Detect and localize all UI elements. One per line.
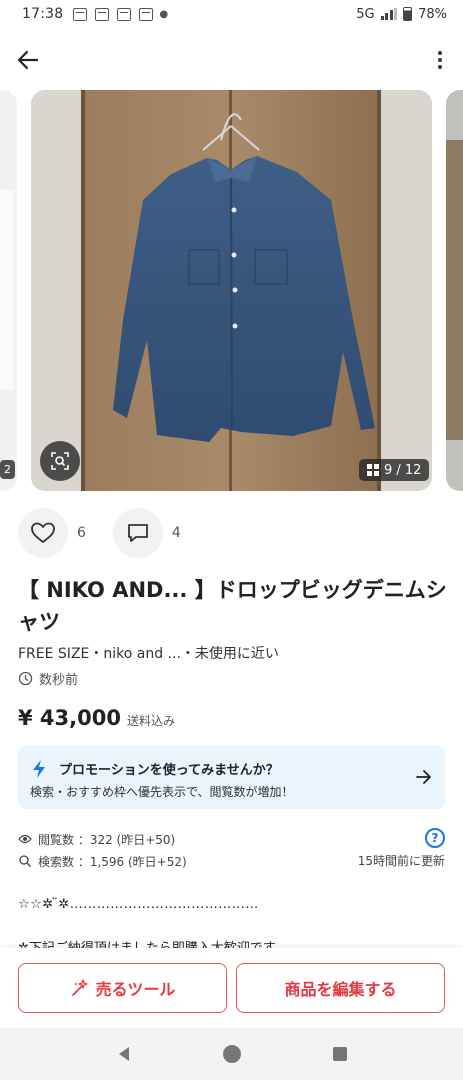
lightning-icon [33,760,45,778]
price-row: ¥ 43,000 送料込み [18,706,175,730]
promotion-description: 検索・おすすめ枠へ優先表示で、閲覧数が増加！ [30,785,294,799]
arrow-left-icon [17,50,39,70]
search-icon [19,855,31,867]
sell-tools-label: 売るツール [95,980,176,999]
back-button[interactable] [12,44,44,76]
next-image-content [446,140,463,440]
help-button[interactable]: ? [425,828,445,848]
promotion-title: プロモーションを使ってみませんか？ [59,763,279,778]
sell-tools-button[interactable]: 売るツール [18,963,227,1013]
more-dot-icon [438,58,442,62]
status-bar: 17:38 ● 5G 78% [0,0,463,28]
grid-icon [367,464,379,476]
nav-home-icon[interactable] [222,1044,242,1064]
more-dot-icon [438,65,442,69]
item-meta: FREE SIZE・niko and ...・未使用に近い [18,646,279,662]
bottom-action-bar: 売るツール 商品を編集する [0,948,463,1028]
updated-time: 15時間前に更新 [357,854,445,868]
more-dot-icon [438,51,442,55]
article-icon-3 [139,7,154,21]
more-notifications-icon: ● [159,8,169,20]
app-bar [0,36,463,82]
heart-icon [31,522,55,543]
denim-shirt-photo [31,90,432,491]
description-line-1: ☆☆✲ ̈✲…………………………………… [18,897,259,912]
product-image[interactable] [31,90,432,491]
engagement-row: 6 4 [18,508,208,558]
searches-text: 検索数 ：1,596 (昨日+52) [38,854,187,869]
article-icon-2 [117,7,132,21]
shipping-label: 送料込み [126,714,175,728]
arrow-right-icon [416,770,431,784]
signal-icon [380,8,398,20]
previous-image-counter: 2 [0,460,15,479]
views-stat: 閲覧数 ：322 (昨日+50) [18,828,445,850]
image-carousel[interactable]: 2 [0,90,463,491]
previous-image-content [0,190,14,390]
nav-back-icon[interactable] [115,1045,133,1063]
sparkle-wand-icon [71,979,88,996]
nav-recents-icon[interactable] [331,1045,349,1063]
posted-time-text: 数秒前 [39,673,79,688]
edit-item-label: 商品を編集する [284,980,397,999]
eye-icon [18,834,32,844]
next-image[interactable] [446,90,463,491]
clock-icon [18,671,33,686]
views-text: 閲覧数 ：322 (昨日+50) [38,832,176,847]
item-stats: 閲覧数 ：322 (昨日+50) 検索数 ：1,596 (昨日+52) ? 15… [18,828,445,872]
image-counter: 9 / 12 [359,459,430,481]
system-nav-bar [0,1028,463,1080]
network-type: 5G [356,6,375,22]
comment-button[interactable] [112,508,163,558]
image-search-button[interactable] [40,441,80,481]
news-icon [73,7,88,21]
image-counter-text: 9 / 12 [384,462,422,478]
comment-icon [128,524,148,542]
previous-image[interactable]: 2 [0,90,17,491]
item-price: ¥ 43,000 [18,706,121,730]
like-count: 6 [77,525,86,541]
notification-icons [73,7,154,21]
status-time: 17:38 [22,6,64,22]
like-button[interactable] [18,508,68,558]
comment-count: 4 [171,525,181,541]
battery-level: 78% [418,6,447,22]
description-line-2: ✲下記ご納得頂けましたら即購入大歓迎です [18,938,276,948]
more-options-button[interactable] [431,44,449,76]
posted-time: 数秒前 [18,669,78,688]
edit-item-button[interactable]: 商品を編集する [236,963,445,1013]
battery-icon [403,7,413,21]
promotion-banner[interactable]: プロモーションを使ってみませんか？ 検索・おすすめ枠へ優先表示で、閲覧数が増加！ [18,746,445,809]
lens-search-icon [51,452,69,470]
item-title: 【 NIKO AND... 】ドロップビッグデニムシャツ [18,578,447,634]
article-icon [95,7,110,21]
